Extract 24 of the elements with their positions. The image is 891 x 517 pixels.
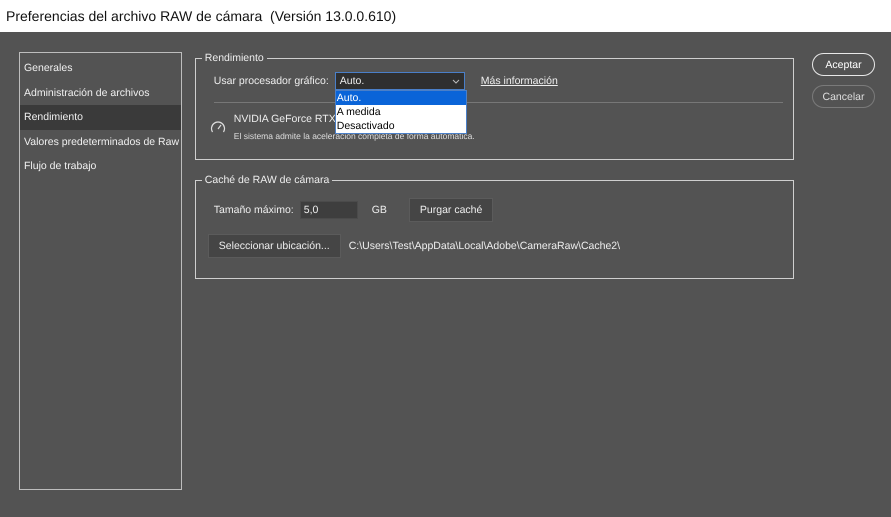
cancel-button[interactable]: Cancelar: [812, 85, 875, 108]
purge-cache-button[interactable]: Purgar caché: [408, 198, 494, 222]
max-size-label: Tamaño máximo:: [214, 204, 294, 216]
sidebar-item[interactable]: Administración de archivos: [20, 80, 181, 105]
unit-label: GB: [372, 204, 387, 216]
group-legend: Rendimiento: [202, 52, 267, 64]
more-info-link[interactable]: Más información: [480, 75, 558, 87]
sidebar-item[interactable]: Flujo de trabajo: [20, 154, 181, 178]
group-legend: Caché de RAW de cámara: [202, 174, 332, 186]
gpu-label: Usar procesador gráfico:: [214, 75, 329, 87]
select-location-button[interactable]: Seleccionar ubicación...: [208, 234, 341, 258]
dropdown-option[interactable]: A medida: [336, 105, 466, 119]
accept-button[interactable]: Aceptar: [812, 53, 875, 76]
dropdown-option[interactable]: Auto.: [336, 91, 466, 105]
chevron-icon: [452, 78, 460, 84]
sidebar-item[interactable]: Valores predeterminados de Raw: [20, 130, 181, 154]
max-size-field[interactable]: 5,0: [300, 201, 358, 219]
speedometer-icon: [210, 120, 226, 134]
sidebar-item[interactable]: Rendimiento: [20, 105, 181, 130]
gpu-status: El sistema admite la aceleración completa de forma automática.: [234, 131, 475, 141]
sidebar-item[interactable]: Generales: [20, 56, 181, 80]
cache-path: C:\Users\Test\AppData\Local\Adobe\CameraRaw\Cache2\: [348, 240, 620, 252]
dropdown-option[interactable]: Desactivado: [336, 119, 466, 133]
gpu-name: NVIDIA GeForce RTX: [234, 113, 336, 125]
